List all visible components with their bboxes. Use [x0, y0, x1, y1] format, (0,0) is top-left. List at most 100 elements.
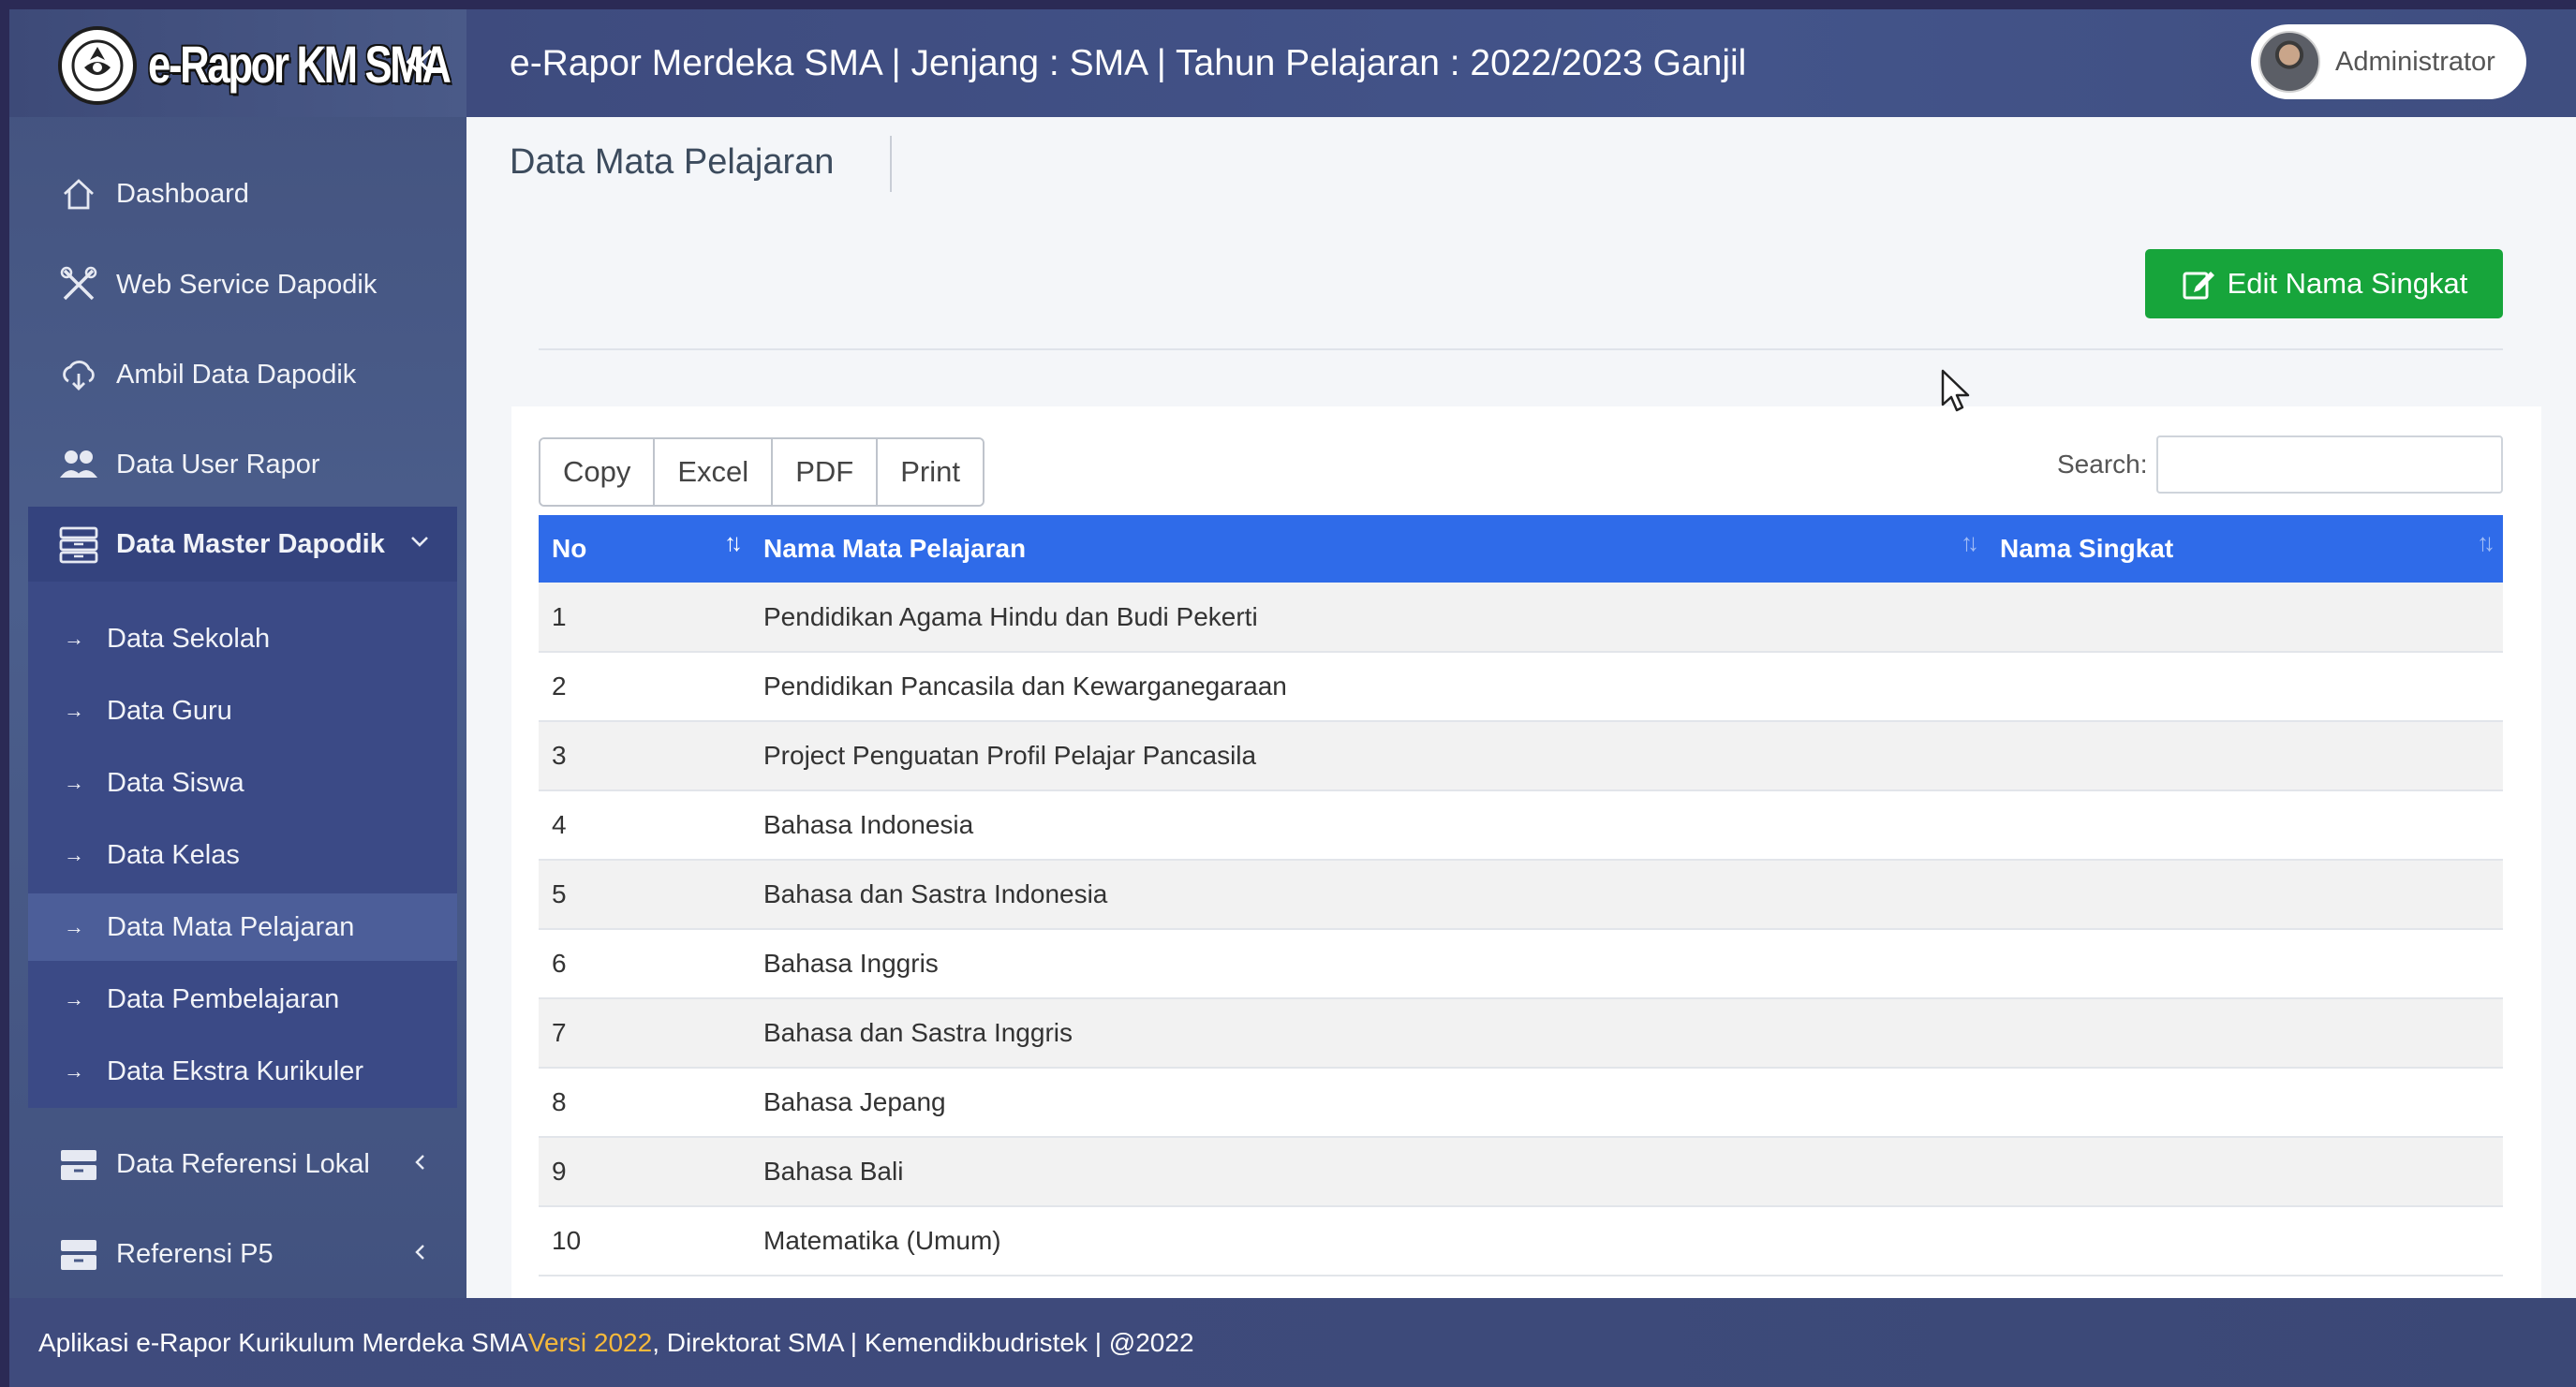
cell-nama: Bahasa Bali [750, 1137, 1987, 1207]
sidebar-item-web-service-dapodik[interactable]: Web Service Dapodik [28, 247, 457, 322]
cell-no: 1 [539, 583, 750, 653]
cell-nama: Pendidikan Pancasila dan Kewarganegaraan [750, 652, 1987, 722]
sidebar-item-referensi-p5[interactable]: Referensi P5 [28, 1217, 457, 1291]
chevron-left-icon [410, 1148, 431, 1180]
edit-button-label: Edit Nama Singkat [2227, 267, 2468, 300]
sidebar-subitem-data-ekstra-kurikuler[interactable]: → Data Ekstra Kurikuler [28, 1038, 457, 1105]
table-row: 2 Pendidikan Pancasila dan Kewarganegara… [539, 652, 2503, 722]
cell-nama: Project Penguatan Profil Pelajar Pancasi… [750, 721, 1987, 791]
sidebar-item-dashboard[interactable]: Dashboard [28, 156, 457, 231]
cell-singkat [1987, 790, 2503, 861]
cell-no: 7 [539, 998, 750, 1069]
sidebar-item-ambil-data-dapodik[interactable]: Ambil Data Dapodik [28, 337, 457, 412]
cell-nama: Bahasa Indonesia [750, 790, 1987, 861]
cell-nama: Bahasa Jepang [750, 1068, 1987, 1138]
archive-icon [56, 1144, 101, 1184]
sidebar-item-label: Data User Rapor [116, 449, 320, 480]
sidebar-item-label: Referensi P5 [116, 1238, 274, 1269]
brand-bar: e-Rapor KM SMA [9, 9, 466, 117]
column-header-label: No [552, 534, 587, 563]
edit-nama-singkat-button[interactable]: Edit Nama Singkat [2145, 249, 2503, 318]
cell-nama: Matematika (Umum) [750, 1206, 1987, 1276]
logo-icon [58, 26, 137, 105]
cell-nama: Bahasa dan Sastra Indonesia [750, 860, 1987, 930]
sidebar-item-data-referensi-lokal[interactable]: Data Referensi Lokal [28, 1127, 457, 1202]
chevron-down-icon [408, 528, 431, 560]
print-button[interactable]: Print [878, 439, 983, 505]
search-label: Search: [2057, 450, 2148, 479]
sidebar-subitem-label: Data Mata Pelajaran [107, 911, 355, 942]
cell-singkat [1987, 652, 2503, 722]
app-frame: e-Rapor KM SMA Dashboard Web Service Dap… [9, 9, 2576, 1387]
cell-no: 6 [539, 929, 750, 999]
search-input[interactable] [2156, 435, 2503, 494]
footer-suffix: , Direktorat SMA | Kemendikbudristek | @… [652, 1327, 1194, 1357]
sidebar-subitem-data-mata-pelajaran[interactable]: → Data Mata Pelajaran [28, 893, 457, 961]
sidebar-item-label: Data Referensi Lokal [116, 1148, 370, 1179]
home-icon [56, 175, 101, 213]
arrow-right-icon: → [64, 699, 84, 722]
table-header-row: No ↑↓ Nama Mata Pelajaran ↑↓ Nama Singka… [539, 515, 2503, 583]
table-row: 5 Bahasa dan Sastra Indonesia [539, 860, 2503, 930]
sidebar-subitem-label: Data Siswa [107, 767, 244, 798]
header-title: e-Rapor Merdeka SMA | Jenjang : SMA | Ta… [510, 43, 1747, 83]
sort-icon: ↑↓ [724, 528, 743, 556]
user-menu-button[interactable]: Administrator [2251, 24, 2526, 99]
cell-singkat [1987, 998, 2503, 1069]
sidebar-subitem-label: Data Kelas [107, 839, 240, 870]
sidebar-item-data-master-dapodik[interactable]: Data Master Dapodik [28, 507, 457, 582]
column-header-nama-singkat[interactable]: Nama Singkat ↑↓ [1987, 515, 2503, 583]
archive-icon [56, 1234, 101, 1274]
excel-button[interactable]: Excel [655, 439, 774, 505]
sort-icon: ↑↓ [2477, 528, 2495, 556]
sidebar-subitem-data-siswa[interactable]: → Data Siswa [28, 749, 457, 817]
cell-no: 2 [539, 652, 750, 722]
cell-singkat [1987, 1068, 2503, 1138]
pdf-button[interactable]: PDF [773, 439, 879, 505]
sidebar-item-label: Web Service Dapodik [116, 269, 378, 300]
cell-singkat [1987, 721, 2503, 791]
column-header-nama-mata-pelajaran[interactable]: Nama Mata Pelajaran ↑↓ [750, 515, 1987, 583]
page-title: Data Mata Pelajaran [510, 142, 835, 182]
table-row: 8 Bahasa Jepang [539, 1068, 2503, 1138]
cell-no: 8 [539, 1068, 750, 1138]
top-bar: e-Rapor Merdeka SMA | Jenjang : SMA | Ta… [466, 9, 2576, 117]
export-button-group: Copy Excel PDF Print [539, 437, 985, 507]
table-row: 1 Pendidikan Agama Hindu dan Budi Pekert… [539, 583, 2503, 653]
cell-singkat [1987, 1137, 2503, 1207]
sidebar-item-data-user-rapor[interactable]: Data User Rapor [28, 427, 457, 502]
arrow-right-icon: → [64, 915, 84, 938]
sidebar-subitem-data-kelas[interactable]: → Data Kelas [28, 821, 457, 889]
sidebar-subitem-label: Data Pembelajaran [107, 983, 340, 1014]
table-row: 9 Bahasa Bali [539, 1137, 2503, 1207]
sidebar-item-label: Dashboard [116, 178, 249, 209]
table-row: 6 Bahasa Inggris [539, 929, 2503, 999]
cell-nama: Bahasa dan Sastra Inggris [750, 998, 1987, 1069]
sidebar-subitem-data-pembelajaran[interactable]: → Data Pembelajaran [28, 966, 457, 1033]
users-icon [56, 446, 101, 483]
collapse-sidebar-icon[interactable] [399, 43, 440, 84]
cell-singkat [1987, 1206, 2503, 1276]
footer-version: Versi 2022 [527, 1327, 653, 1357]
column-header-label: Nama Mata Pelajaran [763, 534, 1027, 563]
archive-icon [56, 524, 101, 564]
avatar [2258, 31, 2320, 93]
sidebar-subitem-data-sekolah[interactable]: → Data Sekolah [28, 605, 457, 672]
cloud-download-icon [56, 355, 101, 394]
column-header-no[interactable]: No ↑↓ [539, 515, 750, 583]
column-header-label: Nama Singkat [2000, 534, 2174, 563]
copy-button[interactable]: Copy [540, 439, 656, 505]
cell-singkat [1987, 583, 2503, 653]
arrow-right-icon: → [64, 987, 84, 1011]
cell-nama: Bahasa Inggris [750, 929, 1987, 999]
cell-no: 10 [539, 1206, 750, 1276]
arrow-right-icon: → [64, 627, 84, 650]
cell-no: 9 [539, 1137, 750, 1207]
sidebar-item-label: Ambil Data Dapodik [116, 359, 357, 390]
footer: Aplikasi e-Rapor Kurikulum Merdeka SMA V… [9, 1298, 2576, 1387]
arrow-right-icon: → [64, 1059, 84, 1083]
sidebar-subitem-data-guru[interactable]: → Data Guru [28, 677, 457, 745]
sidebar-subitem-label: Data Guru [107, 695, 232, 726]
arrow-right-icon: → [64, 771, 84, 794]
title-divider [890, 136, 892, 192]
